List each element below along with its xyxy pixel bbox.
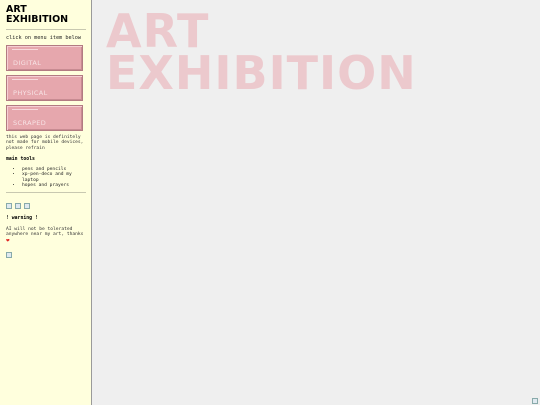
hero-title-line2: EXHIBITION <box>106 46 417 100</box>
menu-button-label: PHYSICAL <box>13 89 48 97</box>
list-item: xp-pen-deco and my laptop <box>22 172 91 182</box>
broken-image-icon[interactable] <box>24 203 30 210</box>
main-content: ART EXHIBITION <box>93 0 540 405</box>
sidebar: ART EXHIBITION click on menu item below … <box>0 0 92 405</box>
site-title-line2: EXHIBITION <box>6 14 69 25</box>
image-container <box>6 252 91 259</box>
button-sub-label <box>12 109 38 110</box>
broken-image-icon[interactable] <box>6 203 12 210</box>
site-title: ART EXHIBITION <box>6 5 91 25</box>
list-item: hopes and prayers <box>22 183 91 188</box>
button-sub-label <box>12 79 38 80</box>
divider <box>6 192 86 194</box>
menu-button-physical[interactable]: PHYSICAL <box>6 75 83 101</box>
divider <box>6 29 86 30</box>
menu-button-label: SCRAPED <box>13 119 47 127</box>
warning-heading: ! warning ! <box>6 216 38 222</box>
tools-list: pens and pencils xp-pen-deco and my lapt… <box>6 167 91 188</box>
broken-image-icon[interactable] <box>15 203 21 210</box>
broken-image-icon[interactable] <box>6 252 12 259</box>
heart-icon: ❤ <box>6 236 10 244</box>
badge-row <box>6 203 91 210</box>
button-sub-label <box>12 49 38 50</box>
broken-image-icon[interactable] <box>532 398 538 404</box>
menu-button-digital[interactable]: DIGITAL <box>6 45 83 71</box>
tools-heading: main tools <box>6 157 35 163</box>
ai-notice-text: AI will not be tolerated anywhere near m… <box>6 227 84 238</box>
menu-hint: click on menu item below <box>6 35 81 41</box>
menu: DIGITAL PHYSICAL SCRAPED <box>6 45 91 131</box>
corner-image <box>532 398 538 404</box>
menu-button-scraped[interactable]: SCRAPED <box>6 105 83 131</box>
hero-title: ART EXHIBITION <box>106 8 417 100</box>
mobile-notice: this web page is definitely not made for… <box>6 135 84 151</box>
ai-notice: AI will not be tolerated anywhere near m… <box>6 227 88 244</box>
menu-button-label: DIGITAL <box>13 59 42 67</box>
